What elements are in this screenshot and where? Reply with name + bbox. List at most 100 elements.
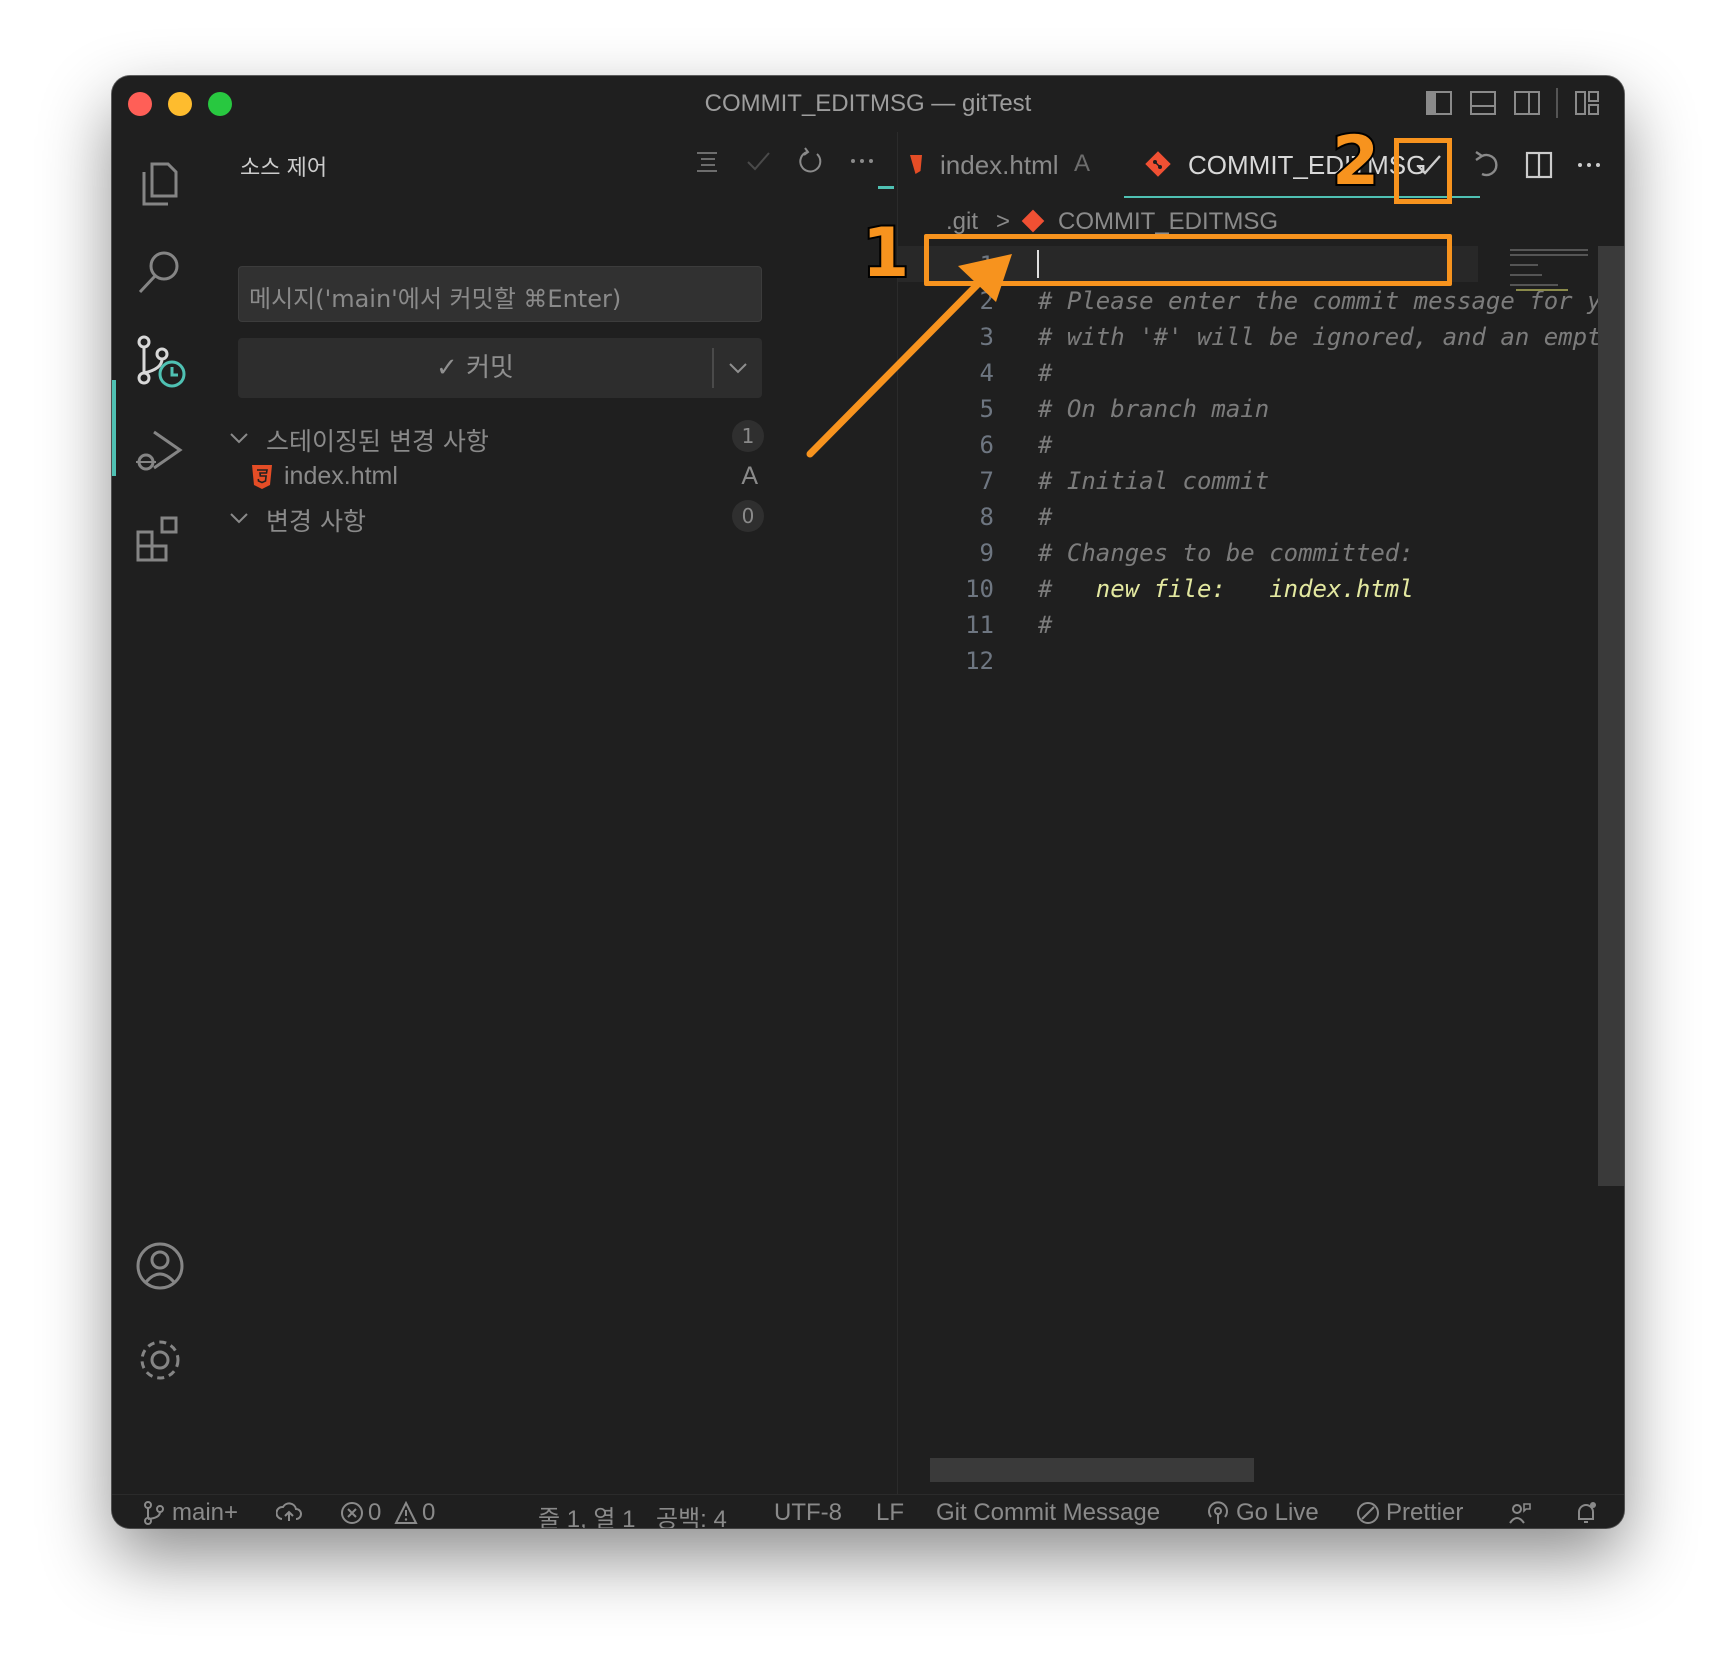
explorer-icon[interactable] <box>132 156 188 212</box>
go-live-button[interactable]: Go Live <box>1236 1499 1319 1527</box>
code-line[interactable]: 10 # new file: index.html <box>898 570 1498 606</box>
vscode-window: COMMIT_EDITMSG — gitTest 소스 제어 메시지('main… <box>112 76 1624 1528</box>
code-line[interactable]: 12 <box>898 642 1498 678</box>
source-control-icon[interactable] <box>132 334 188 390</box>
settings-gear-icon[interactable] <box>132 1332 188 1388</box>
vertical-scrollbar[interactable] <box>1598 246 1624 1186</box>
sidebar-title: 소스 제어 <box>240 155 328 180</box>
more-actions-icon[interactable] <box>1572 148 1606 182</box>
split-editor-icon[interactable] <box>1522 148 1556 182</box>
minimap[interactable] <box>1508 246 1598 306</box>
discard-commit-message-icon[interactable] <box>1468 148 1502 182</box>
line-text: # Changes to be committed: <box>1038 539 1414 567</box>
view-as-tree-icon[interactable] <box>691 146 721 176</box>
commit-dropdown-button[interactable] <box>714 338 762 398</box>
commit-button[interactable]: ✓ 커밋 <box>238 338 712 398</box>
line-text: # On branch main <box>1038 395 1270 423</box>
sidebar-actions <box>691 146 877 176</box>
code-line[interactable]: 4 # <box>898 354 1498 390</box>
error-count[interactable]: 0 <box>368 1499 381 1527</box>
line-number: 12 <box>965 647 994 675</box>
line-number: 11 <box>965 611 994 639</box>
html5-file-icon <box>908 152 924 178</box>
line-text: # <box>1038 431 1053 459</box>
branch-status[interactable]: main+ <box>172 1499 238 1527</box>
sidebar-progress-indicator <box>878 186 894 189</box>
search-icon[interactable] <box>132 244 188 300</box>
toggle-panel-icon[interactable] <box>1468 88 1498 118</box>
more-actions-icon[interactable] <box>847 146 877 176</box>
cloud-upload-icon[interactable] <box>275 1501 302 1525</box>
feedback-icon[interactable] <box>1508 1501 1532 1525</box>
staged-file-name: index.html <box>284 462 398 490</box>
chevron-down-icon <box>228 426 250 448</box>
language-mode[interactable]: Git Commit Message <box>936 1499 1160 1527</box>
line-number: 10 <box>965 575 994 603</box>
extensions-icon[interactable] <box>132 510 188 566</box>
staged-changes-header[interactable]: 스테이징된 변경 사항 1 <box>224 416 764 456</box>
line-number: 3 <box>979 323 994 351</box>
code-line[interactable]: 7 # Initial commit <box>898 462 1498 498</box>
tab-index-html[interactable]: index.html A <box>898 132 1118 198</box>
end-of-line[interactable]: LF <box>876 1499 904 1527</box>
tab-label: COMMIT_EDITMSG <box>1188 150 1427 180</box>
breadcrumb-file[interactable]: COMMIT_EDITMSG <box>1058 208 1278 236</box>
breadcrumb-folder[interactable]: .git <box>946 208 978 236</box>
line-number: 2 <box>979 287 994 315</box>
code-line[interactable]: 6 # <box>898 426 1498 462</box>
editor-tabs: index.html A COMMIT_EDITMSG <box>898 132 1624 198</box>
changes-count-badge: 0 <box>732 500 764 532</box>
prettier-button[interactable]: Prettier <box>1386 1499 1463 1527</box>
active-indicator <box>112 380 116 476</box>
broadcast-icon <box>1206 1501 1230 1525</box>
git-file-icon <box>1020 208 1046 234</box>
line-text: # <box>1038 611 1053 639</box>
tab-status: A <box>1074 150 1091 177</box>
line-text: # Initial commit <box>1038 467 1270 495</box>
commit-check-icon[interactable] <box>743 146 773 176</box>
line-number: 8 <box>979 503 994 531</box>
line-text: # <box>1038 359 1053 387</box>
cursor-position[interactable]: 줄 1, 열 1 <box>538 1499 636 1528</box>
changes-header[interactable]: 변경 사항 0 <box>224 496 764 536</box>
line-number: 7 <box>979 467 994 495</box>
git-file-icon <box>1144 150 1172 178</box>
git-branch-icon <box>142 1501 166 1525</box>
warning-count[interactable]: 0 <box>422 1499 435 1527</box>
code-line[interactable]: 11 # <box>898 606 1498 642</box>
commit-button-group: ✓ 커밋 <box>238 338 762 398</box>
commit-message-input[interactable]: 메시지('main'에서 커밋할 ⌘Enter) <box>238 266 762 322</box>
horizontal-scrollbar[interactable] <box>930 1458 1254 1482</box>
html5-file-icon <box>250 464 274 490</box>
toggle-primary-sidebar-icon[interactable] <box>1424 88 1454 118</box>
line-text: # new file: index.html <box>1038 575 1414 603</box>
toggle-secondary-sidebar-icon[interactable] <box>1512 88 1542 118</box>
line-number: 4 <box>979 359 994 387</box>
line-text: # <box>1038 503 1053 531</box>
code-line[interactable]: 8 # <box>898 498 1498 534</box>
breadcrumb-separator: > <box>996 208 1011 235</box>
line-text-keyword: new file: index.html <box>1095 575 1414 603</box>
staged-changes-label: 스테이징된 변경 사항 <box>266 427 489 456</box>
status-bar: main+ 0 0 줄 1, 열 1 공백: 4 UTF-8 LF Git Co… <box>112 1494 1624 1528</box>
encoding[interactable]: UTF-8 <box>774 1499 842 1527</box>
account-icon[interactable] <box>132 1238 188 1294</box>
error-icon <box>340 1501 364 1525</box>
code-line[interactable]: 2 # Please enter the commit message for … <box>898 282 1616 318</box>
line-number: 5 <box>979 395 994 423</box>
refresh-icon[interactable] <box>795 146 825 176</box>
layout-controls <box>1424 88 1602 118</box>
code-line[interactable]: 3 # with '#' will be ignored, and an emp… <box>898 318 1616 354</box>
customize-layout-icon[interactable] <box>1572 88 1602 118</box>
run-debug-icon[interactable] <box>132 422 188 478</box>
indentation[interactable]: 공백: 4 <box>656 1499 727 1528</box>
warning-icon <box>394 1500 418 1525</box>
annotation-step1-number: 1 <box>860 212 911 295</box>
staged-file-row[interactable]: index.html A <box>224 456 764 496</box>
editor-code-area[interactable]: 1 2 # Please enter the commit message fo… <box>898 246 1624 1346</box>
notifications-bell-icon[interactable] <box>1574 1501 1598 1525</box>
staged-file-status: A <box>741 462 758 490</box>
annotation-box-step1 <box>924 234 1452 286</box>
code-line[interactable]: 9 # Changes to be committed: <box>898 534 1498 570</box>
code-line[interactable]: 5 # On branch main <box>898 390 1498 426</box>
